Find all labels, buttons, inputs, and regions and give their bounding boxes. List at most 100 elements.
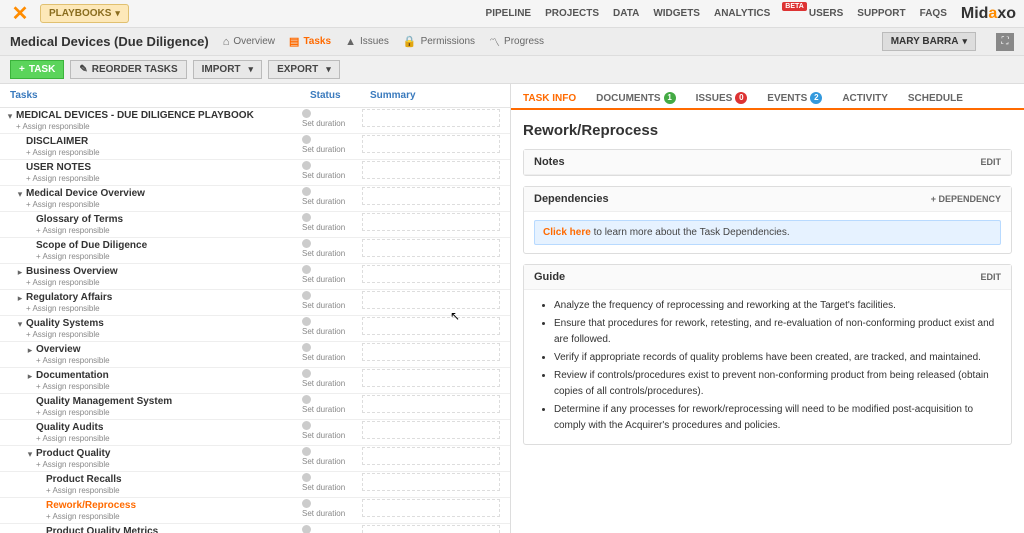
tab-issues[interactable]: ▲Issues	[345, 36, 389, 48]
status-dot[interactable]	[302, 343, 311, 352]
task-row[interactable]: Quality Management System+ Assign respon…	[0, 394, 510, 420]
expand-toggle[interactable]: ▾	[14, 189, 26, 200]
assign-responsible-link[interactable]: + Assign responsible	[46, 486, 302, 496]
rtab-events[interactable]: EVENTS2	[765, 88, 824, 108]
set-duration-link[interactable]: Set duration	[302, 431, 345, 440]
assign-responsible-link[interactable]: + Assign responsible	[26, 200, 302, 210]
tab-progress[interactable]: 〽Progress	[489, 34, 544, 50]
status-dot[interactable]	[302, 109, 311, 118]
rtab-issues[interactable]: ISSUES0	[694, 88, 750, 108]
assign-responsible-link[interactable]: + Assign responsible	[36, 460, 302, 470]
reorder-tasks-button[interactable]: ✎REORDER TASKS	[70, 60, 186, 79]
task-row[interactable]: Glossary of Terms+ Assign responsibleSet…	[0, 212, 510, 238]
expand-toggle[interactable]: ▾	[14, 319, 26, 330]
set-duration-link[interactable]: Set duration	[302, 457, 345, 466]
task-row[interactable]: ▾MEDICAL DEVICES - DUE DILIGENCE PLAYBOO…	[0, 108, 510, 134]
expand-toggle[interactable]: ▾	[4, 111, 16, 122]
task-row[interactable]: ▾Medical Device Overview+ Assign respons…	[0, 186, 510, 212]
task-row[interactable]: Product Quality Metrics+ Assign responsi…	[0, 524, 510, 533]
status-dot[interactable]	[302, 421, 311, 430]
task-row[interactable]: ▾Quality Systems+ Assign responsibleSet …	[0, 316, 510, 342]
expand-toggle[interactable]: ▸	[14, 293, 26, 304]
add-dependency-button[interactable]: + DEPENDENCY	[931, 194, 1001, 204]
summary-cell[interactable]	[362, 395, 500, 413]
assign-responsible-link[interactable]: + Assign responsible	[36, 408, 302, 418]
summary-cell[interactable]	[362, 187, 500, 205]
set-duration-link[interactable]: Set duration	[302, 483, 345, 492]
status-dot[interactable]	[302, 473, 311, 482]
set-duration-link[interactable]: Set duration	[302, 379, 345, 388]
set-duration-link[interactable]: Set duration	[302, 197, 345, 206]
add-task-button[interactable]: +TASK	[10, 60, 64, 79]
rtab-schedule[interactable]: SCHEDULE	[906, 88, 965, 108]
task-row[interactable]: ▸Overview+ Assign responsibleSet duratio…	[0, 342, 510, 368]
set-duration-link[interactable]: Set duration	[302, 223, 345, 232]
status-dot[interactable]	[302, 239, 311, 248]
assign-responsible-link[interactable]: + Assign responsible	[16, 122, 302, 132]
status-dot[interactable]	[302, 369, 311, 378]
status-dot[interactable]	[302, 447, 311, 456]
status-dot[interactable]	[302, 291, 311, 300]
summary-cell[interactable]	[362, 447, 500, 465]
summary-cell[interactable]	[362, 343, 500, 361]
set-duration-link[interactable]: Set duration	[302, 249, 345, 258]
set-duration-link[interactable]: Set duration	[302, 405, 345, 414]
summary-cell[interactable]	[362, 265, 500, 283]
edit-notes-button[interactable]: EDIT	[980, 157, 1001, 167]
summary-cell[interactable]	[362, 317, 500, 335]
task-row[interactable]: DISCLAIMER+ Assign responsibleSet durati…	[0, 134, 510, 160]
rtab-activity[interactable]: ACTIVITY	[840, 88, 890, 108]
summary-cell[interactable]	[362, 421, 500, 439]
nav-projects[interactable]: PROJECTS	[545, 8, 599, 19]
assign-responsible-link[interactable]: + Assign responsible	[36, 356, 302, 366]
deps-learn-link[interactable]: Click here	[543, 227, 591, 238]
status-dot[interactable]	[302, 499, 311, 508]
assign-responsible-link[interactable]: + Assign responsible	[26, 278, 302, 288]
rtab-task-info[interactable]: TASK INFO	[521, 88, 578, 108]
set-duration-link[interactable]: Set duration	[302, 171, 345, 180]
summary-cell[interactable]	[362, 109, 500, 127]
nav-widgets[interactable]: WIDGETS	[653, 8, 700, 19]
status-dot[interactable]	[302, 161, 311, 170]
status-dot[interactable]	[302, 213, 311, 222]
assign-responsible-link[interactable]: + Assign responsible	[26, 330, 302, 340]
task-row[interactable]: ▾Product Quality+ Assign responsibleSet …	[0, 446, 510, 472]
status-dot[interactable]	[302, 187, 311, 196]
user-menu[interactable]: MARY BARRA▾	[882, 32, 976, 51]
status-dot[interactable]	[302, 395, 311, 404]
tab-permissions[interactable]: 🔒Permissions	[403, 35, 475, 48]
set-duration-link[interactable]: Set duration	[302, 353, 345, 362]
set-duration-link[interactable]: Set duration	[302, 301, 345, 310]
set-duration-link[interactable]: Set duration	[302, 327, 345, 336]
summary-cell[interactable]	[362, 525, 500, 533]
nav-data[interactable]: DATA	[613, 8, 639, 19]
summary-cell[interactable]	[362, 135, 500, 153]
assign-responsible-link[interactable]: + Assign responsible	[26, 174, 302, 184]
export-button[interactable]: EXPORT▾	[268, 60, 340, 79]
assign-responsible-link[interactable]: + Assign responsible	[36, 252, 302, 262]
summary-cell[interactable]	[362, 473, 500, 491]
playbooks-dropdown[interactable]: PLAYBOOKS▾	[40, 4, 129, 23]
set-duration-link[interactable]: Set duration	[302, 509, 345, 518]
status-dot[interactable]	[302, 265, 311, 274]
set-duration-link[interactable]: Set duration	[302, 145, 345, 154]
task-row[interactable]: Quality Audits+ Assign responsibleSet du…	[0, 420, 510, 446]
status-dot[interactable]	[302, 135, 311, 144]
summary-cell[interactable]	[362, 213, 500, 231]
nav-faqs[interactable]: FAQS	[920, 8, 947, 19]
expand-toggle[interactable]: ▸	[24, 371, 36, 382]
task-row[interactable]: ▸Business Overview+ Assign responsibleSe…	[0, 264, 510, 290]
nav-users[interactable]: USERS	[809, 8, 843, 19]
import-button[interactable]: IMPORT▾	[193, 60, 262, 79]
expand-toggle[interactable]: ▸	[24, 345, 36, 356]
assign-responsible-link[interactable]: + Assign responsible	[36, 382, 302, 392]
assign-responsible-link[interactable]: + Assign responsible	[36, 434, 302, 444]
fullscreen-icon[interactable]: ⛶	[996, 33, 1014, 51]
task-row[interactable]: Scope of Due Diligence+ Assign responsib…	[0, 238, 510, 264]
task-row[interactable]: ▸Documentation+ Assign responsibleSet du…	[0, 368, 510, 394]
task-row[interactable]: ▸Regulatory Affairs+ Assign responsibleS…	[0, 290, 510, 316]
assign-responsible-link[interactable]: + Assign responsible	[46, 512, 302, 522]
task-row[interactable]: Product Recalls+ Assign responsibleSet d…	[0, 472, 510, 498]
nav-support[interactable]: SUPPORT	[857, 8, 905, 19]
summary-cell[interactable]	[362, 369, 500, 387]
